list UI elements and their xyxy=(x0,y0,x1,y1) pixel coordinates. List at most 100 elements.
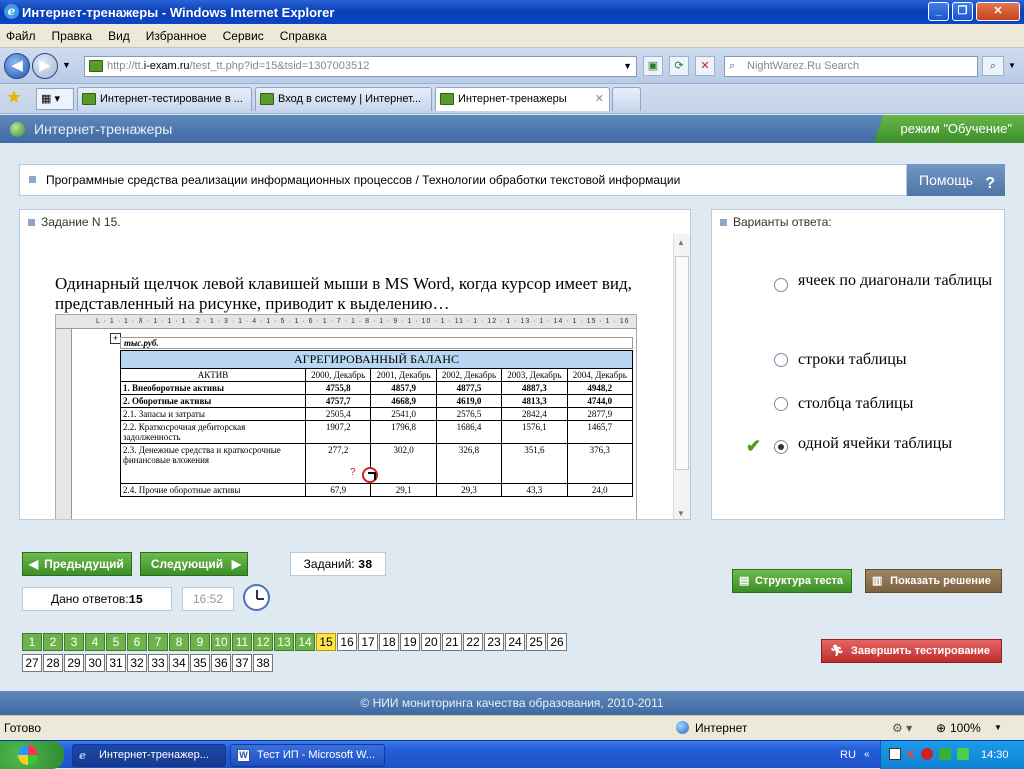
status-bar: Готово Интернет ⚙ ▾ ⊕ 100% ▼ xyxy=(0,715,1024,739)
history-dropdown-icon[interactable]: ▼ xyxy=(62,60,71,70)
search-options-icon[interactable]: ▼ xyxy=(1008,61,1016,70)
minimize-button[interactable]: _ xyxy=(928,2,949,21)
question-nav-item[interactable]: 18 xyxy=(379,633,399,651)
tray-expand-icon[interactable]: « xyxy=(864,741,870,769)
compatibility-icon[interactable]: ▣ xyxy=(643,56,663,76)
question-nav-item[interactable]: 29 xyxy=(64,654,84,672)
answer-label-1[interactable]: ячеек по диагонали таблицы xyxy=(798,271,998,291)
finish-test-button[interactable]: 🏃︎ Завершить тестирование xyxy=(821,639,1002,663)
sync-icon[interactable] xyxy=(957,748,969,760)
question-nav-item[interactable]: 32 xyxy=(127,654,147,672)
answer-label-4[interactable]: одной ячейки таблицы xyxy=(798,434,998,454)
question-nav-item[interactable]: 38 xyxy=(253,654,273,672)
menu-file[interactable]: Файл xyxy=(6,29,36,43)
tab-login[interactable]: Вход в систему | Интернет... xyxy=(255,87,432,111)
question-nav-item[interactable]: 28 xyxy=(43,654,63,672)
menu-view[interactable]: Вид xyxy=(108,29,130,43)
address-bar[interactable]: http://tt.i-exam.ru/test_tt.php?id=15&ts… xyxy=(84,56,637,77)
question-nav-item[interactable]: 6 xyxy=(127,633,147,651)
question-nav-item[interactable]: 16 xyxy=(337,633,357,651)
start-button[interactable] xyxy=(0,741,64,769)
question-nav-item[interactable]: 23 xyxy=(484,633,504,651)
alert-icon[interactable] xyxy=(921,748,933,760)
question-nav-item[interactable]: 2 xyxy=(43,633,63,651)
network-icon[interactable] xyxy=(889,748,901,760)
favorites-star-icon[interactable]: ★ xyxy=(6,87,22,108)
test-structure-button[interactable]: ▤ Структура теста xyxy=(732,569,852,593)
zoom-dropdown-icon[interactable]: ▼ xyxy=(994,716,1002,740)
answer-radio-3[interactable] xyxy=(774,397,788,411)
question-nav-item[interactable]: 15 xyxy=(316,633,336,651)
scroll-thumb[interactable] xyxy=(675,256,689,470)
question-nav-item[interactable]: 4 xyxy=(85,633,105,651)
question-nav-item[interactable]: 30 xyxy=(85,654,105,672)
question-nav-item[interactable]: 36 xyxy=(211,654,231,672)
question-nav-item[interactable]: 11 xyxy=(232,633,252,651)
quick-tabs-icon[interactable]: ▦ ▾ xyxy=(36,88,74,110)
question-nav-item[interactable]: 13 xyxy=(274,633,294,651)
question-nav-item[interactable]: 27 xyxy=(22,654,42,672)
question-nav-item[interactable]: 10 xyxy=(211,633,231,651)
tab-trainers[interactable]: Интернет-тренажеры ✕ xyxy=(435,87,610,111)
question-nav-item[interactable]: 35 xyxy=(190,654,210,672)
tab-internet-testing[interactable]: Интернет-тестирование в ... xyxy=(77,87,252,111)
maximize-button[interactable]: ❐ xyxy=(952,2,973,21)
zoom-level[interactable]: 100% xyxy=(950,716,981,740)
question-nav-item[interactable]: 17 xyxy=(358,633,378,651)
question-nav-item[interactable]: 3 xyxy=(64,633,84,651)
address-dropdown-icon[interactable]: ▼ xyxy=(623,57,632,76)
search-button-icon[interactable]: ⌕ xyxy=(982,56,1004,76)
question-nav-item[interactable]: 33 xyxy=(148,654,168,672)
answer-label-2[interactable]: строки таблицы xyxy=(798,350,998,370)
question-nav-item[interactable]: 12 xyxy=(253,633,273,651)
question-nav-item[interactable]: 31 xyxy=(106,654,126,672)
question-nav-item[interactable]: 19 xyxy=(400,633,420,651)
question-nav-item[interactable]: 25 xyxy=(526,633,546,651)
question-nav-item[interactable]: 8 xyxy=(169,633,189,651)
forward-button[interactable]: ▶ xyxy=(32,53,58,79)
question-nav-item[interactable]: 37 xyxy=(232,654,252,672)
question-nav-item[interactable]: 1 xyxy=(22,633,42,651)
taskbar-item-browser[interactable]: e Интернет-тренажер... xyxy=(72,744,226,767)
menu-favorites[interactable]: Избранное xyxy=(146,29,207,43)
scroll-down-icon[interactable]: ▼ xyxy=(677,509,685,518)
question-nav-item[interactable]: 34 xyxy=(169,654,189,672)
help-button[interactable]: Помощь ? xyxy=(907,164,1005,196)
question-nav-item[interactable]: 24 xyxy=(505,633,525,651)
new-tab-button[interactable] xyxy=(612,87,641,111)
antivirus-icon[interactable]: K xyxy=(907,741,915,769)
previous-button[interactable]: ◀ Предыдущий xyxy=(22,552,132,576)
protected-mode-icon[interactable]: ⚙ ▾ xyxy=(892,716,912,740)
question-nav-item[interactable]: 21 xyxy=(442,633,462,651)
menu-edit[interactable]: Правка xyxy=(52,29,93,43)
zoom-icon: ⊕ xyxy=(936,721,947,735)
next-button[interactable]: Следующий ▶ xyxy=(140,552,248,576)
close-button[interactable]: ✕ xyxy=(976,2,1020,21)
cell: 2505,4 xyxy=(304,407,372,421)
tab-close-icon[interactable]: ✕ xyxy=(595,88,604,110)
answer-label-3[interactable]: столбца таблицы xyxy=(798,394,998,414)
update-icon[interactable] xyxy=(939,748,951,760)
answer-radio-2[interactable] xyxy=(774,353,788,367)
question-nav-item[interactable]: 26 xyxy=(547,633,567,651)
question-nav-item[interactable]: 7 xyxy=(148,633,168,651)
scroll-up-icon[interactable]: ▲ xyxy=(677,238,685,247)
language-indicator[interactable]: RU xyxy=(840,741,856,769)
question-nav-item[interactable]: 20 xyxy=(421,633,441,651)
question-nav-item[interactable]: 22 xyxy=(463,633,483,651)
refresh-icon[interactable]: ⟳ xyxy=(669,56,689,76)
question-nav-item[interactable]: 5 xyxy=(106,633,126,651)
stop-icon[interactable]: ✕ xyxy=(695,56,715,76)
search-input[interactable]: ⌕ NightWarez.Ru Search xyxy=(724,56,978,77)
answer-radio-4[interactable] xyxy=(774,440,788,454)
question-nav-item[interactable]: 14 xyxy=(295,633,315,651)
menu-help[interactable]: Справка xyxy=(280,29,327,43)
question-nav-item[interactable]: 9 xyxy=(190,633,210,651)
taskbar-item-word[interactable]: W Тест ИП - Microsoft W... xyxy=(230,744,385,767)
cell: 4619,0 xyxy=(435,394,503,408)
show-solution-button[interactable]: ▥ Показать решение xyxy=(865,569,1002,593)
menu-tools[interactable]: Сервис xyxy=(223,29,264,43)
back-button[interactable]: ◀ xyxy=(4,53,30,79)
task-scrollbar[interactable]: ▲ ▼ xyxy=(673,234,690,519)
answer-radio-1[interactable] xyxy=(774,278,788,292)
